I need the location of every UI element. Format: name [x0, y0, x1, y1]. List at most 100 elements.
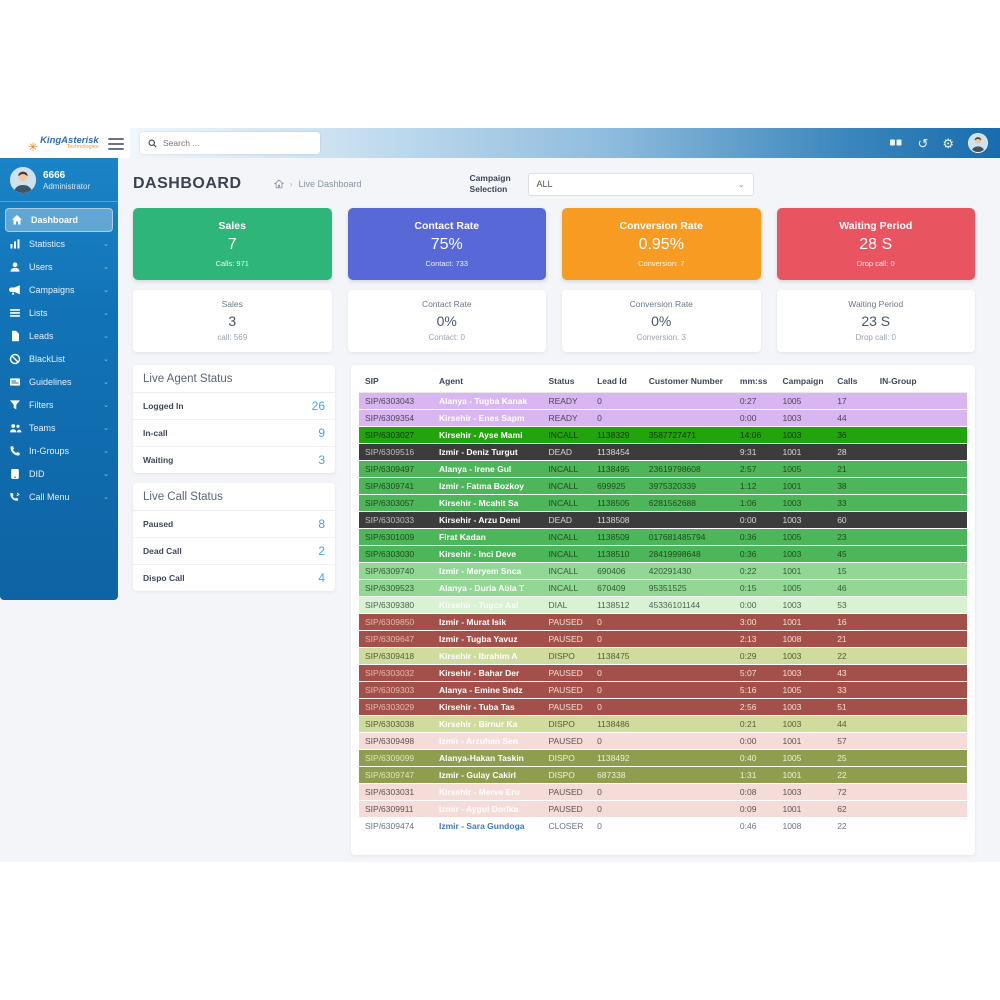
table-row[interactable]: SIP/6309498 Izmir - Arzuhan Sen PAUSED 0… [359, 733, 967, 750]
settings-icon[interactable]: ⚙ [942, 137, 954, 150]
sidebar-item-statistics[interactable]: Statistics ⌄ [0, 232, 118, 255]
cell-sip: SIP/6303032 [359, 665, 435, 682]
sidebar-item-lists[interactable]: Lists ⌄ [0, 301, 118, 324]
cell-status: DISPO [544, 750, 593, 767]
cell-lead-id: 1138475 [593, 648, 645, 665]
sidebar-item-dashboard[interactable]: Dashboard ⌄ [5, 208, 113, 232]
sidebar-item-campaigns[interactable]: Campaigns ⌄ [0, 278, 118, 301]
campaign-select[interactable]: ALL ⌄ [528, 173, 754, 196]
cell-agent[interactable]: Kirsehir - Ayse Mami [435, 427, 544, 444]
chevron-down-icon: ⌄ [103, 493, 109, 501]
sidebar-item-filters[interactable]: Filters ⌄ [0, 393, 118, 416]
cell-time: 0:46 [736, 818, 779, 835]
table-row[interactable]: SIP/6309354 Kirsehir - Enes Sapm READY 0… [359, 410, 967, 427]
cell-agent[interactable]: Izmir - Arzuhan Sen [435, 733, 544, 750]
cell-agent[interactable]: Kirsehir - Tugce Asl [435, 597, 544, 614]
stat-card: Sales 7 Calls: 971 [133, 208, 332, 280]
user-avatar[interactable] [968, 133, 988, 153]
cell-sip: SIP/6309911 [359, 801, 435, 818]
apps-icon[interactable] [889, 137, 903, 150]
table-row[interactable]: SIP/6309516 Izmir - Deniz Turgut DEAD 11… [359, 444, 967, 461]
cell-customer-number: 3587727471 [645, 427, 736, 444]
table-row[interactable]: SIP/6303043 Alanya - Tugba Kanak READY 0… [359, 393, 967, 410]
sidebar-item-leads[interactable]: Leads ⌄ [0, 324, 118, 347]
cell-customer-number: 23619798608 [645, 461, 736, 478]
cell-status: DISPO [544, 648, 593, 665]
table-row[interactable]: SIP/6309850 Izmir - Murat Isik PAUSED 0 … [359, 614, 967, 631]
cell-agent[interactable]: Izmir - Meryem Snca [435, 563, 544, 580]
cell-agent[interactable]: Izmir - Fatma Bozkoy [435, 478, 544, 495]
cell-agent[interactable]: Kirsehir - Merve Eru [435, 784, 544, 801]
table-row[interactable]: SIP/6303030 Kirsehir - Inci Deve INCALL … [359, 546, 967, 563]
menu-toggle-icon[interactable] [108, 135, 124, 153]
cell-agent[interactable]: Kirsehir - Tuba Tas [435, 699, 544, 716]
cell-lead-id: 0 [593, 393, 645, 410]
sidebar: 6666 Administrator Dashboard ⌄ Statistic… [0, 158, 118, 600]
table-row[interactable]: SIP/6309418 Kirsehir - Ibrahim A DISPO 1… [359, 648, 967, 665]
table-row[interactable]: SIP/6309380 Kirsehir - Tugce Asl DIAL 11… [359, 597, 967, 614]
cell-agent[interactable]: Alanya - Irene Gul [435, 461, 544, 478]
live-calls-table-card: SIPAgentStatusLead IdCustomer Numbermm:s… [351, 365, 975, 855]
cell-agent[interactable]: Kirsehir - Bahar Der [435, 665, 544, 682]
cell-agent[interactable]: Kirsehir - Inci Deve [435, 546, 544, 563]
home-icon[interactable] [274, 179, 284, 189]
history-icon[interactable]: ↺ [917, 137, 928, 150]
table-row[interactable]: SIP/6309497 Alanya - Irene Gul INCALL 11… [359, 461, 967, 478]
cell-sip: SIP/6309850 [359, 614, 435, 631]
cell-agent[interactable]: Alanya-Hakan Taskin [435, 750, 544, 767]
summary-card-value: 0% [562, 313, 761, 329]
sidebar-item-blacklist[interactable]: BlackList ⌄ [0, 347, 118, 370]
table-row[interactable]: SIP/6303029 Kirsehir - Tuba Tas PAUSED 0… [359, 699, 967, 716]
cell-campaign: 1003 [778, 597, 833, 614]
cell-agent[interactable]: Izmir - Sara Gundoga [435, 818, 544, 835]
sidebar-item-did[interactable]: DID ⌄ [0, 462, 118, 485]
navbar-gradient: ↺ ⚙ [130, 128, 1000, 158]
table-row[interactable]: SIP/6309523 Alanya - Duria Abla T INCALL… [359, 580, 967, 597]
table-row[interactable]: SIP/6309911 Izmir - Aygul Dorlka PAUSED … [359, 801, 967, 818]
sidebar-item-in-groups[interactable]: In-Groups ⌄ [0, 439, 118, 462]
table-row[interactable]: SIP/6309647 Izmir - Tugba Yavuz PAUSED 0… [359, 631, 967, 648]
cell-agent[interactable]: Izmir - Aygul Dorlka [435, 801, 544, 818]
table-row[interactable]: SIP/6309747 Izmir - Gulay Cakirl DISPO 6… [359, 767, 967, 784]
search-box[interactable] [140, 132, 320, 154]
cell-agent[interactable]: Alanya - Emine Sndz [435, 682, 544, 699]
cell-agent[interactable]: Izmir - Deniz Turgut [435, 444, 544, 461]
cell-agent[interactable]: Kirsehir - Arzu Demi [435, 512, 544, 529]
table-row[interactable]: SIP/6303027 Kirsehir - Ayse Mami INCALL … [359, 427, 967, 444]
cell-agent[interactable]: Izmir - Gulay Cakirl [435, 767, 544, 784]
cell-agent[interactable]: Kirsehir - Mcahit Sa [435, 495, 544, 512]
cell-lead-id: 1138508 [593, 512, 645, 529]
cell-agent[interactable]: Kirsehir - Ibrahim A [435, 648, 544, 665]
table-row[interactable]: SIP/6309303 Alanya - Emine Sndz PAUSED 0… [359, 682, 967, 699]
cell-agent[interactable]: Izmir - Tugba Yavuz [435, 631, 544, 648]
table-row[interactable]: SIP/6303031 Kirsehir - Merve Eru PAUSED … [359, 784, 967, 801]
cell-time: 1:31 [736, 767, 779, 784]
table-row[interactable]: SIP/6309740 Izmir - Meryem Snca INCALL 6… [359, 563, 967, 580]
table-row[interactable]: SIP/6309474 Izmir - Sara Gundoga CLOSER … [359, 818, 967, 835]
column-header: Calls [833, 371, 876, 393]
sidebar-menu: Dashboard ⌄ Statistics ⌄ Users ⌄ Campaig… [0, 202, 118, 514]
table-row[interactable]: SIP/6303057 Kirsehir - Mcahit Sa INCALL … [359, 495, 967, 512]
chevron-down-icon: ⌄ [103, 332, 109, 340]
table-row[interactable]: SIP/6309099 Alanya-Hakan Taskin DISPO 11… [359, 750, 967, 767]
sidebar-item-guidelines[interactable]: Guidelines ⌄ [0, 370, 118, 393]
table-row[interactable]: SIP/6303032 Kirsehir - Bahar Der PAUSED … [359, 665, 967, 682]
cell-campaign: 1001 [778, 563, 833, 580]
cell-agent[interactable]: Kirsehir - Enes Sapm [435, 410, 544, 427]
cell-agent[interactable]: Alanya - Duria Abla T [435, 580, 544, 597]
cell-sip: SIP/6309497 [359, 461, 435, 478]
table-row[interactable]: SIP/6303038 Kirsehir - Birnur Ka DISPO 1… [359, 716, 967, 733]
table-row[interactable]: SIP/6309741 Izmir - Fatma Bozkoy INCALL … [359, 478, 967, 495]
sidebar-item-teams[interactable]: Teams ⌄ [0, 416, 118, 439]
cell-agent[interactable]: Firat Kadan [435, 529, 544, 546]
table-row[interactable]: SIP/6301009 Firat Kadan INCALL 1138509 0… [359, 529, 967, 546]
sidebar-item-call-menu[interactable]: Call Menu ⌄ [0, 485, 118, 508]
search-input[interactable] [163, 138, 312, 148]
cell-agent[interactable]: Izmir - Murat Isik [435, 614, 544, 631]
cell-agent[interactable]: Alanya - Tugba Kanak [435, 393, 544, 410]
table-row[interactable]: SIP/6303033 Kirsehir - Arzu Demi DEAD 11… [359, 512, 967, 529]
sidebar-item-users[interactable]: Users ⌄ [0, 255, 118, 278]
sidebar-user-card[interactable]: 6666 Administrator [0, 158, 118, 202]
cell-agent[interactable]: Kirsehir - Birnur Ka [435, 716, 544, 733]
cell-lead-id: 0 [593, 682, 645, 699]
